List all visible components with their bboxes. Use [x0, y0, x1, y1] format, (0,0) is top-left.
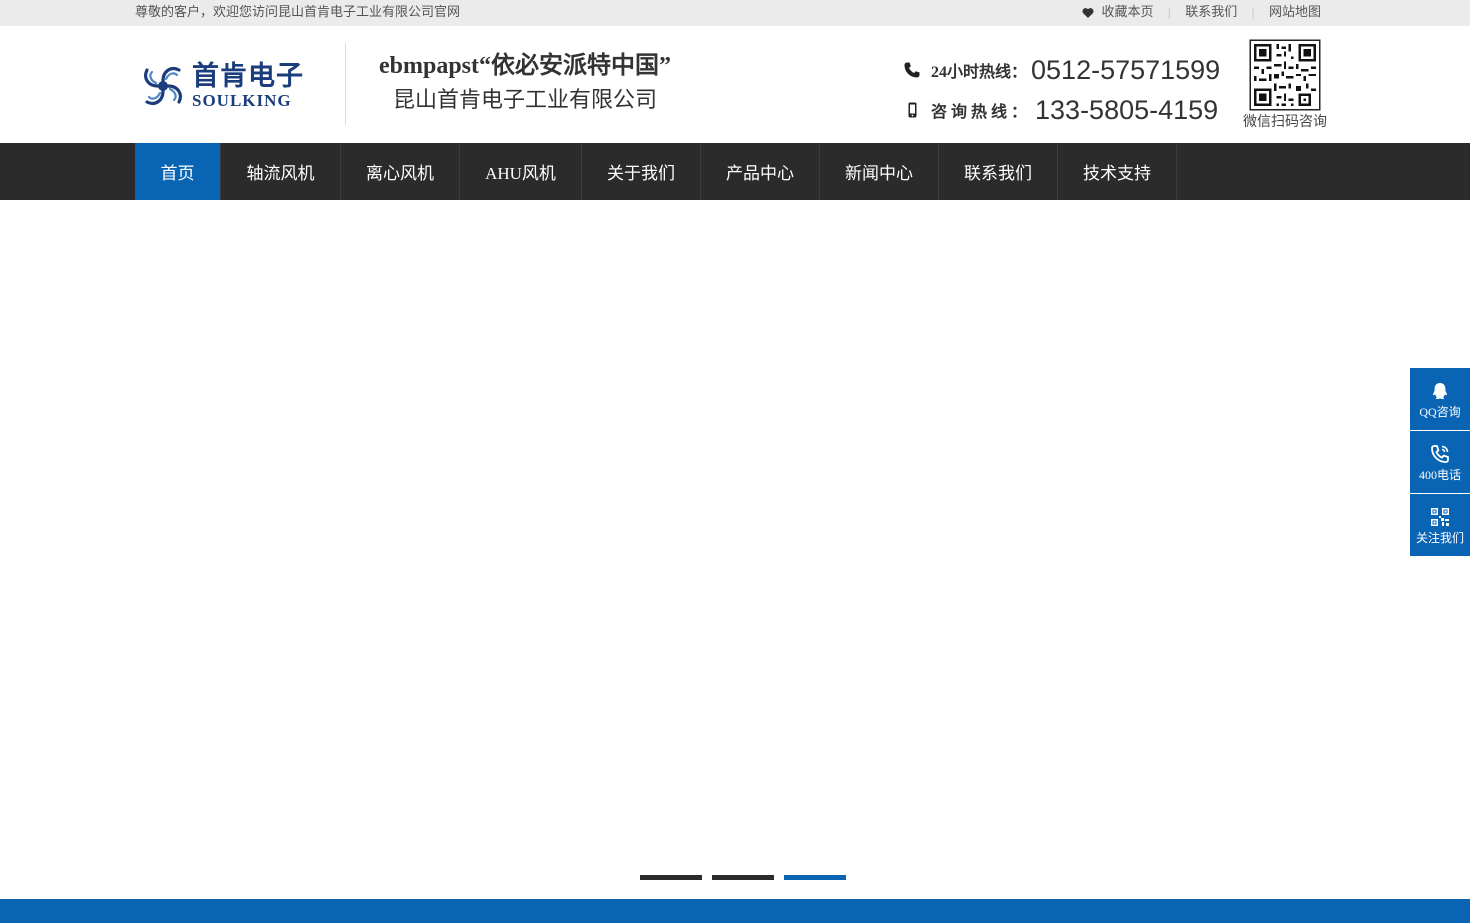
slogan-line2: 昆山首肯电子工业有限公司: [392, 88, 657, 113]
follow-us-button[interactable]: 关注我们: [1410, 494, 1470, 556]
qq-consult-button[interactable]: QQ咨询: [1410, 368, 1470, 430]
banner-pagination: [640, 875, 846, 880]
scan-icon: [1429, 506, 1451, 528]
phone-icon: [903, 59, 925, 81]
qq-icon: [1429, 380, 1451, 402]
nav-item-support[interactable]: 技术支持: [1058, 143, 1177, 200]
hotline-24h-number[interactable]: 0512-57571599: [1031, 55, 1220, 86]
nav-item-about[interactable]: 关于我们: [582, 143, 701, 200]
qr-code-icon: [1249, 39, 1321, 111]
banner-dot-3[interactable]: [784, 875, 846, 880]
hotline-consult-label: 咨询热线：: [931, 104, 1032, 121]
hotline-block: 24小时热线： 0512-57571599 咨询热线： 133-5805-415…: [903, 50, 1220, 130]
logo-cn: 首肯电子: [192, 61, 304, 92]
qq-label: QQ咨询: [1419, 404, 1461, 419]
top-bar: 尊敬的客户，欢迎您访问昆山首肯电子工业有限公司官网 收藏本页 | 联系我们 | …: [0, 0, 1470, 26]
phone-400-label: 400电话: [1418, 467, 1461, 482]
nav-items: 首页 轴流风机 离心风机 AHU风机 关于我们 产品中心 新闻中心 联系我们 技…: [135, 143, 1177, 200]
header: 首肯电子 SOULKING ebmpapst“依必安派特中国” 昆山首肯电子工业…: [0, 26, 1470, 143]
header-divider: [345, 43, 346, 125]
heart-icon: [1082, 7, 1094, 19]
hero-banner: [0, 200, 1470, 900]
float-sidebar: QQ咨询 400电话 关注我们: [1410, 368, 1470, 557]
hotline-consult: 咨询热线： 133-5805-4159: [903, 90, 1220, 130]
call-icon: [1429, 443, 1451, 465]
nav-item-news[interactable]: 新闻中心: [820, 143, 939, 200]
logo-en: SOULKING: [192, 91, 292, 110]
banner-dot-2[interactable]: [712, 875, 774, 880]
follow-us-label: 关注我们: [1415, 530, 1464, 545]
nav-item-products[interactable]: 产品中心: [701, 143, 820, 200]
nav-item-contact[interactable]: 联系我们: [939, 143, 1058, 200]
nav-item-axial-fans[interactable]: 轴流风机: [221, 143, 341, 200]
logo[interactable]: 首肯电子 SOULKING: [138, 58, 313, 114]
sitemap-link[interactable]: 网站地图: [1269, 4, 1321, 21]
welcome-text: 尊敬的客户，欢迎您访问昆山首肯电子工业有限公司官网: [135, 5, 461, 20]
divider: |: [1251, 6, 1255, 19]
slogan: ebmpapst“依必安派特中国” 昆山首肯电子工业有限公司: [360, 50, 690, 118]
nav-item-ahu-fans[interactable]: AHU风机: [460, 143, 582, 200]
nav-item-centrifugal-fans[interactable]: 离心风机: [341, 143, 460, 200]
qr-caption: 微信扫码咨询: [1243, 114, 1327, 130]
bottom-band: [0, 899, 1470, 923]
slogan-line1: ebmpapst“依必安派特中国”: [378, 53, 672, 79]
hotline-consult-number[interactable]: 133-5805-4159: [1035, 95, 1218, 126]
qr-block: 微信扫码咨询: [1242, 39, 1328, 131]
divider: |: [1167, 6, 1172, 19]
fan-logo-icon: [144, 67, 182, 105]
main-nav: 首页 轴流风机 离心风机 AHU风机 关于我们 产品中心 新闻中心 联系我们 技…: [0, 143, 1470, 200]
hotline-24h-label: 24小时热线：: [931, 64, 1028, 81]
banner-dot-1[interactable]: [640, 875, 702, 880]
mobile-icon: [903, 99, 925, 121]
favorite-link[interactable]: 收藏本页: [1102, 4, 1154, 21]
top-links: 收藏本页 | 联系我们 | 网站地图: [1082, 4, 1321, 21]
phone-400-button[interactable]: 400电话: [1410, 431, 1470, 493]
logo-text: 首肯电子 SOULKING: [192, 62, 304, 110]
contact-link[interactable]: 联系我们: [1185, 4, 1237, 21]
nav-item-home[interactable]: 首页: [135, 143, 221, 200]
hotline-24h: 24小时热线： 0512-57571599: [903, 50, 1220, 90]
